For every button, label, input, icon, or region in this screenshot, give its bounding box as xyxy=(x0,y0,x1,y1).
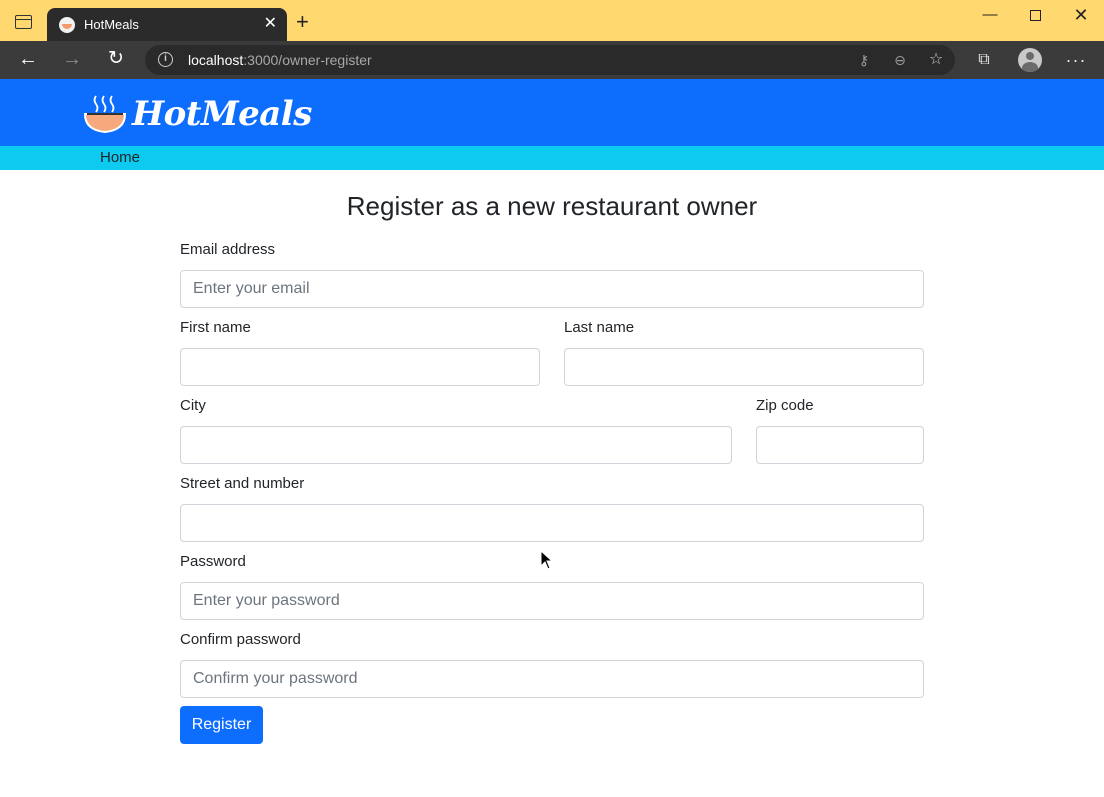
browser-toolbar: ← → ↻ i localhost:3000/owner-register ⚷ … xyxy=(0,41,1104,79)
url-text[interactable]: localhost:3000/owner-register xyxy=(188,52,372,68)
nav-link-home[interactable]: Home xyxy=(100,149,140,166)
city-label: City xyxy=(180,397,206,414)
window-menu-icon[interactable] xyxy=(15,15,32,29)
zip-code-input[interactable] xyxy=(756,426,924,464)
add-favorite-icon[interactable]: ☆ xyxy=(927,51,945,69)
confirm-password-label: Confirm password xyxy=(180,631,301,648)
mouse-cursor-icon xyxy=(540,550,554,570)
address-bar[interactable]: i localhost:3000/owner-register ⚷ ⊖ ☆ xyxy=(145,45,955,75)
brand-name: HotMeals xyxy=(132,94,312,134)
email-label: Email address xyxy=(180,241,276,258)
password-label: Password xyxy=(180,553,246,570)
tab-title: HotMeals xyxy=(84,17,139,32)
city-input[interactable] xyxy=(180,426,732,464)
tab-close-icon[interactable]: ✕ xyxy=(264,15,277,33)
last-name-label: Last name xyxy=(564,319,635,336)
tab-favicon-icon xyxy=(59,17,75,33)
confirm-password-input[interactable] xyxy=(180,660,924,698)
street-label: Street and number xyxy=(180,475,305,492)
browser-tab-strip: HotMeals ✕ + — ✕ xyxy=(0,0,1104,41)
zip-code-label: Zip code xyxy=(756,397,814,414)
collections-icon[interactable]: ⧉ xyxy=(973,49,995,71)
url-host: localhost xyxy=(188,52,244,68)
zoom-out-icon[interactable]: ⊖ xyxy=(891,51,909,69)
key-icon[interactable]: ⚷ xyxy=(855,51,873,69)
profile-avatar-icon[interactable] xyxy=(1018,48,1042,72)
more-menu-icon[interactable]: ··· xyxy=(1065,49,1087,71)
email-input[interactable] xyxy=(180,270,924,308)
register-button[interactable]: Register xyxy=(180,706,263,744)
maximize-icon[interactable] xyxy=(1020,7,1050,27)
first-name-label: First name xyxy=(180,319,251,336)
back-arrow-icon[interactable]: ← xyxy=(16,49,40,71)
site-nav: Home xyxy=(0,146,1104,170)
minimize-icon[interactable]: — xyxy=(975,7,1005,27)
forward-arrow-icon[interactable]: → xyxy=(60,49,84,71)
site-header: HotMeals xyxy=(0,79,1104,146)
new-tab-icon[interactable]: + xyxy=(296,11,309,33)
first-name-input[interactable] xyxy=(180,348,540,386)
last-name-input[interactable] xyxy=(564,348,924,386)
window-close-icon[interactable]: ✕ xyxy=(1066,6,1096,27)
browser-tab-active[interactable]: HotMeals ✕ xyxy=(47,8,287,41)
reload-icon[interactable]: ↻ xyxy=(104,49,128,71)
url-path: :3000/owner-register xyxy=(243,52,372,68)
street-input[interactable] xyxy=(180,504,924,542)
bowl-logo-icon xyxy=(84,95,126,134)
page-title: Register as a new restaurant owner xyxy=(346,191,758,221)
site-info-icon[interactable]: i xyxy=(158,52,173,67)
password-input[interactable] xyxy=(180,582,924,620)
